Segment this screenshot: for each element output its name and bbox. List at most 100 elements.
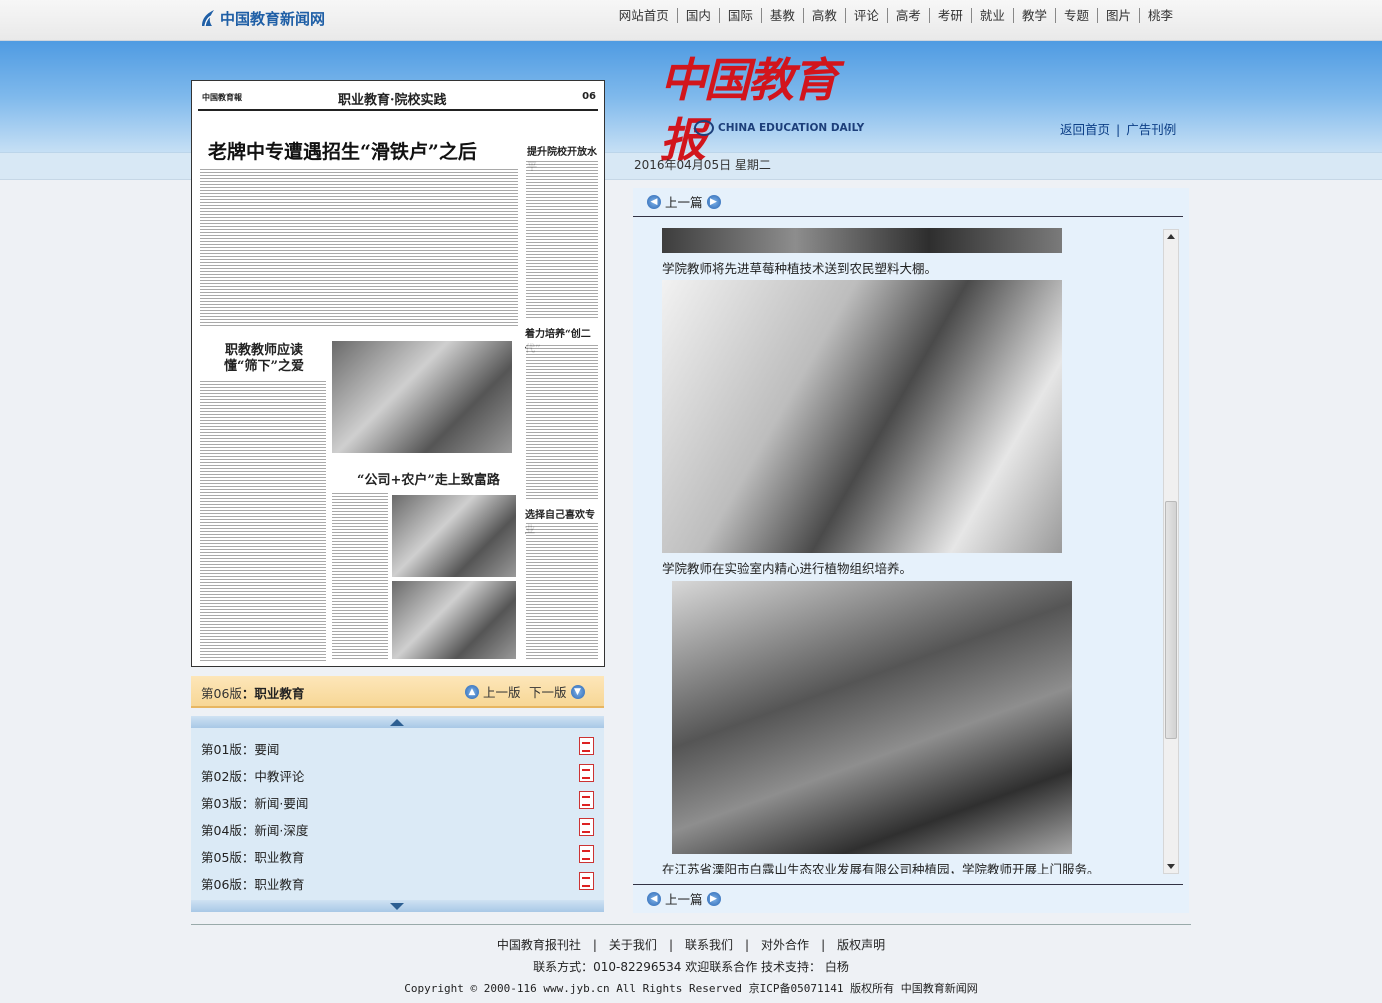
footer-link[interactable]: 对外合作 [761, 938, 809, 952]
page-name: 职业教育 [254, 877, 305, 892]
separator: | [821, 938, 826, 952]
separator: | [745, 938, 750, 952]
page-name: 新闻·要闻 [254, 796, 309, 811]
divider [633, 884, 1183, 885]
masthead-subtitle: CHINA EDUCATION DAILY [694, 120, 864, 136]
top-links: 返回首页 | 广告刊例 [1060, 119, 1176, 138]
arrow-left-icon: ◀ [647, 194, 661, 209]
nav-item[interactable]: 图片 [1096, 8, 1139, 23]
back-home-link[interactable]: 返回首页 [1060, 122, 1110, 137]
scroll-down-button[interactable] [191, 900, 604, 912]
page-name: 要闻 [254, 742, 280, 757]
separator: ： [241, 850, 255, 865]
page-list-item-label: 第03版：新闻·要闻 [201, 793, 308, 812]
pdf-icon[interactable] [579, 818, 594, 836]
prev-article-link-bottom[interactable]: ◀ 上一篇 ▶ [643, 889, 725, 908]
photo-caption: 学院教师将先进草莓种植技术送到农民塑料大棚。 [662, 261, 938, 276]
page-list-item-label: 第04版：新闻·深度 [201, 820, 308, 839]
nav-item[interactable]: 网站首页 [611, 8, 677, 23]
nav-item[interactable]: 评论 [844, 8, 887, 23]
top-bar: 中国教育新闻网 网站首页 国内 国际 基教 高教 评论 高考 考研 就业 教学 专题 图片 桃李 [0, 0, 1382, 41]
scrollbar-thumb[interactable] [1165, 501, 1177, 739]
page-list-item-label: 第02版：中教评论 [201, 766, 304, 785]
nav-item[interactable]: 考研 [928, 8, 971, 23]
newspaper-photo [392, 581, 516, 659]
strawberry-photo [662, 228, 1062, 253]
nav-item[interactable]: 教学 [1012, 8, 1055, 23]
separator: ： [241, 823, 255, 838]
pdf-icon[interactable] [579, 872, 594, 890]
footer-link[interactable]: 版权声明 [837, 938, 885, 952]
orchard-photo [672, 581, 1072, 854]
page-list: 第01版：要闻 第02版：中教评论 第03版：新闻·要闻 第04版：新闻·深度 第05版… [191, 716, 604, 912]
prev-article-link-top[interactable]: ◀ 上一篇 ▶ [643, 192, 725, 211]
current-page-number: 第06版 [201, 686, 242, 701]
nav-item[interactable]: 高考 [886, 8, 929, 23]
article-text-block [526, 159, 598, 319]
masthead: 中国教育报 CHINA EDUCATION DAILY [660, 50, 870, 167]
newspaper-photo [332, 341, 512, 453]
pdf-icon[interactable] [579, 764, 594, 782]
article-text-block [526, 521, 598, 661]
page-list-item[interactable]: 第05版：职业教育 [201, 843, 596, 865]
separator: | [1116, 122, 1121, 137]
article-panel: ◀ 上一篇 ▶ 学院教师将先进草莓种植技术送到农民塑料大棚。 学院教师在实验室内… [633, 188, 1189, 913]
scroll-down-arrow-icon[interactable] [1167, 864, 1175, 869]
separator: | [592, 938, 597, 952]
article-scrollbar[interactable] [1163, 229, 1179, 874]
masthead-ring-icon [694, 120, 714, 136]
nav-item[interactable]: 国际 [718, 8, 761, 23]
arrow-up-icon: ▲ [465, 684, 479, 699]
footer-contact: 联系方式：010-82296534 欢迎联系合作 技术支持： 白杨 [533, 960, 849, 974]
paper-name: 中国教育報 [202, 93, 242, 102]
separator: ： [241, 769, 255, 784]
pdf-icon[interactable] [579, 737, 594, 755]
site-logo[interactable]: 中国教育新闻网 [200, 6, 325, 30]
page-list-item-label: 第06版：职业教育 [201, 874, 304, 893]
article-text-block [200, 379, 326, 661]
pdf-icon[interactable] [579, 791, 594, 809]
nav-item[interactable]: 就业 [970, 8, 1013, 23]
article-text-block [332, 491, 388, 661]
footer-link[interactable]: 关于我们 [609, 938, 657, 952]
nav-item[interactable]: 桃李 [1138, 8, 1181, 23]
separator: ： [241, 877, 255, 892]
footer-link[interactable]: 中国教育报刊社 [497, 938, 581, 952]
current-page-label: 第06版：职业教育 [201, 686, 305, 701]
footer-divider [191, 924, 1191, 925]
page-list-item[interactable]: 第02版：中教评论 [201, 762, 596, 784]
page-list-item[interactable]: 第03版：新闻·要闻 [201, 789, 596, 811]
page-list-item[interactable]: 第04版：新闻·深度 [201, 816, 596, 838]
page-number: 第03版 [201, 796, 242, 811]
page-list-item-label: 第01版：要闻 [201, 739, 279, 758]
ad-rates-link[interactable]: 广告刊例 [1126, 122, 1176, 137]
masthead-subtitle-text: CHINA EDUCATION DAILY [718, 122, 865, 134]
page-list-item[interactable]: 第06版：职业教育 [201, 870, 596, 892]
nav-item[interactable]: 基教 [760, 8, 803, 23]
newspaper-page-image[interactable]: 中国教育報 职业教育·院校实践 06 老牌中专遭遇招生“滑铁卢”之后 提升院校开… [191, 80, 605, 667]
lab-photo [662, 280, 1062, 553]
triangle-up-icon [390, 719, 404, 726]
prev-page-button[interactable]: ▲ 上一版 [461, 682, 521, 701]
scroll-up-arrow-icon[interactable] [1167, 234, 1175, 239]
nav-item[interactable]: 高教 [802, 8, 845, 23]
article-scroll-area[interactable]: 学院教师将先进草莓种植技术送到农民塑料大棚。 学院教师在实验室内精心进行植物组织… [633, 228, 1178, 874]
page-name: 职业教育 [254, 850, 305, 865]
footer-copyright: Copyright © 2000-116 www.jyb.cn All Righ… [404, 982, 978, 995]
scroll-up-button[interactable] [191, 716, 604, 728]
arrow-right-icon: ▶ [706, 194, 721, 209]
nav-item[interactable]: 国内 [676, 8, 719, 23]
page-number: 第02版 [201, 769, 242, 784]
next-page-button[interactable]: 下一版 ▼ [529, 682, 589, 701]
nav-item[interactable]: 专题 [1054, 8, 1097, 23]
headline-2: 职教教师应读懂“筛下”之爱 [224, 343, 304, 374]
logo-icon [202, 10, 214, 27]
prev-article-label: 上一篇 [665, 195, 703, 210]
pdf-icon[interactable] [579, 845, 594, 863]
page-name: 中教评论 [254, 769, 305, 784]
footer-link[interactable]: 联系我们 [685, 938, 733, 952]
footer: 中国教育报刊社 | 关于我们 | 联系我们 | 对外合作 | 版权声明 联系方式：010-822… [191, 936, 1191, 996]
page-navigation-bar: 第06版：职业教育 ▲ 上一版 下一版 ▼ [191, 676, 604, 708]
prev-page-label: 上一版 [483, 685, 521, 700]
page-list-item[interactable]: 第01版：要闻 [201, 735, 596, 757]
